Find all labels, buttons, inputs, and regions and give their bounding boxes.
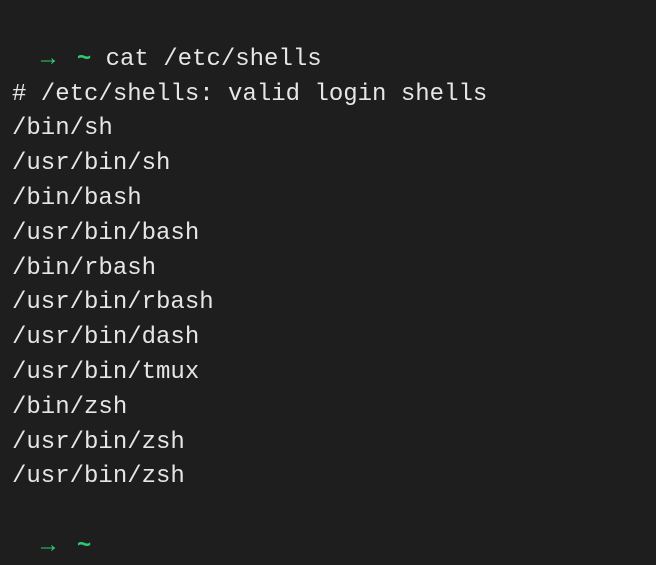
output-text: # /etc/shells: valid login shells (12, 81, 487, 108)
output-text: /usr/bin/bash (12, 220, 199, 247)
prompt-arrow-icon: → (41, 46, 55, 73)
output-line: /usr/bin/tmux (12, 356, 644, 391)
output-text: /bin/rbash (12, 255, 156, 282)
output-text: /bin/sh (12, 115, 113, 142)
output-line: /usr/bin/dash (12, 321, 644, 356)
output-text: /usr/bin/dash (12, 324, 199, 351)
output-text: /usr/bin/tmux (12, 359, 199, 386)
command-line: → ~ cat /etc/shells (12, 8, 644, 78)
prompt-arrow-icon: → (41, 533, 55, 560)
prompt-line[interactable]: → ~ (12, 495, 644, 565)
output-text: /usr/bin/zsh (12, 429, 185, 456)
output-line: /usr/bin/zsh (12, 426, 644, 461)
output-line: /usr/bin/rbash (12, 286, 644, 321)
output-text: /usr/bin/sh (12, 150, 170, 177)
output-text: /bin/bash (12, 185, 142, 212)
output-line: /usr/bin/sh (12, 147, 644, 182)
prompt-cwd: ~ (77, 46, 91, 73)
output-line: /bin/rbash (12, 252, 644, 287)
output-text: /usr/bin/rbash (12, 289, 214, 316)
output-line: /bin/bash (12, 182, 644, 217)
output-line: /bin/sh (12, 112, 644, 147)
output-line: /usr/bin/bash (12, 217, 644, 252)
output-line: # /etc/shells: valid login shells (12, 78, 644, 113)
command-text: cat /etc/shells (106, 46, 322, 73)
output-text: /usr/bin/zsh (12, 463, 185, 490)
output-line: /bin/zsh (12, 391, 644, 426)
output-text: /bin/zsh (12, 394, 127, 421)
prompt-cwd: ~ (77, 533, 91, 560)
output-line: /usr/bin/zsh (12, 460, 644, 495)
